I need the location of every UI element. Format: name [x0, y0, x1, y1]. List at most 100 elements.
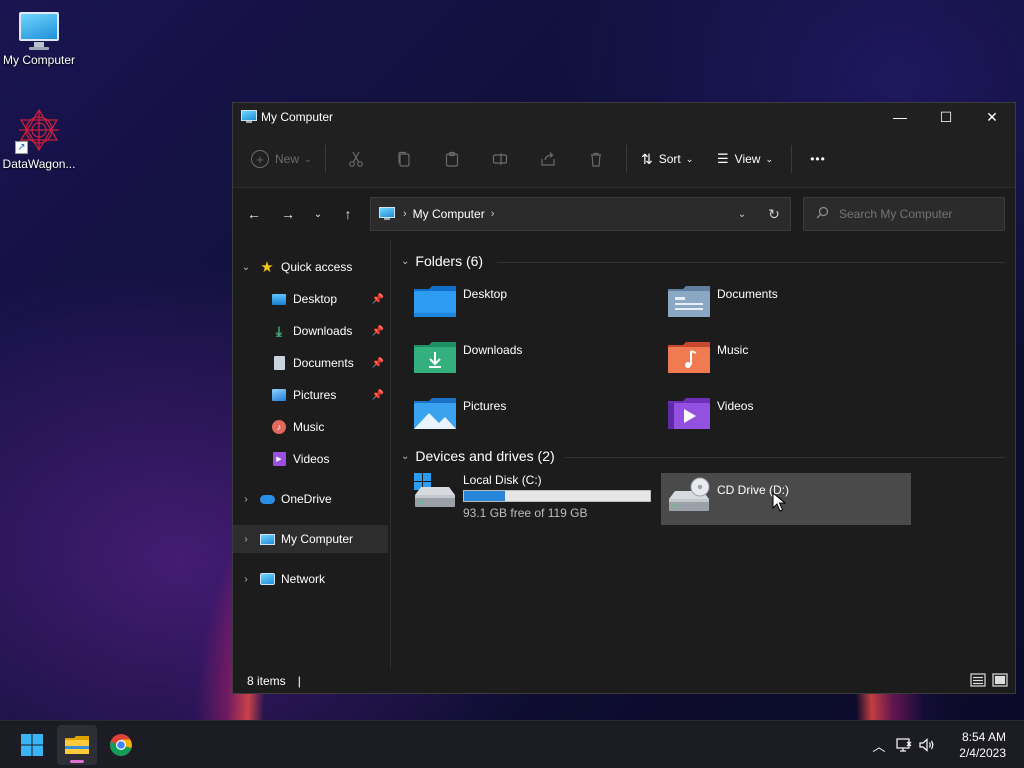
- folder-tile-documents[interactable]: Documents: [667, 283, 907, 333]
- large-icons-view-icon[interactable]: [991, 672, 1009, 688]
- navigation-pane: ⌄ ★ Quick access Desktop 📌 ⤓ Downloads 📌…: [233, 241, 391, 669]
- datawagon-logo-icon: ↗: [15, 106, 63, 154]
- minimize-button[interactable]: —: [877, 103, 923, 131]
- sidebar-item-my-computer[interactable]: › My Computer: [233, 525, 388, 553]
- sidebar-item-music[interactable]: ♪ Music: [233, 413, 388, 441]
- folder-tile-pictures[interactable]: Pictures: [413, 395, 653, 445]
- folder-tile-desktop[interactable]: Desktop: [413, 283, 653, 333]
- taskbar-chrome-button[interactable]: [101, 725, 141, 765]
- view-icon: ☰: [717, 151, 729, 166]
- folder-name: Pictures: [463, 399, 507, 413]
- cut-icon[interactable]: [332, 143, 380, 175]
- sidebar-item-documents[interactable]: Documents 📌: [233, 349, 388, 377]
- drive-tile-local-disk[interactable]: Local Disk (C:) 93.1 GB free of 119 GB: [413, 473, 655, 525]
- folder-name: Videos: [717, 399, 754, 413]
- copy-icon[interactable]: [380, 143, 428, 175]
- start-button[interactable]: [12, 725, 52, 765]
- clock-date: 2/4/2023: [959, 746, 1006, 760]
- sidebar-item-label: Downloads: [293, 324, 353, 338]
- shortcut-arrow-icon: ↗: [15, 141, 28, 154]
- music-icon: ♪: [271, 419, 287, 435]
- sidebar-item-desktop[interactable]: Desktop 📌: [233, 285, 388, 313]
- breadcrumb-chevron-icon: ›: [403, 208, 407, 220]
- drive-tile-cd-drive[interactable]: CD Drive (D:): [661, 473, 911, 525]
- expand-chevron-icon[interactable]: ›: [233, 534, 259, 545]
- sidebar-item-label: Network: [281, 572, 326, 586]
- details-view-icon[interactable]: [969, 672, 987, 688]
- new-label: New: [275, 152, 300, 166]
- forward-arrow-icon[interactable]: →: [271, 198, 305, 230]
- sidebar-item-label: OneDrive: [281, 492, 332, 506]
- search-box[interactable]: [803, 197, 1005, 231]
- sidebar-item-label: Desktop: [293, 292, 338, 306]
- network-status-icon[interactable]: [892, 738, 916, 752]
- breadcrumb-my-computer[interactable]: My Computer: [413, 207, 485, 221]
- maximize-button[interactable]: ☐: [923, 103, 969, 131]
- share-icon[interactable]: [524, 143, 572, 175]
- address-history-chevron-icon[interactable]: ⌄: [726, 209, 758, 220]
- expand-chevron-icon[interactable]: ⌄: [233, 262, 259, 273]
- monitor-icon: [17, 10, 61, 50]
- monitor-icon: [241, 110, 257, 124]
- pictures-icon: [271, 387, 287, 403]
- chevron-down-icon: ⌄: [685, 153, 694, 164]
- up-arrow-icon[interactable]: ↑: [331, 198, 365, 230]
- address-bar[interactable]: › My Computer › ⌄ ↻: [370, 197, 791, 231]
- sidebar-item-label: Videos: [293, 452, 330, 466]
- sidebar-item-quick-access[interactable]: ⌄ ★ Quick access: [233, 253, 388, 281]
- pin-icon: 📌: [371, 325, 384, 337]
- close-button[interactable]: ✕: [969, 103, 1015, 131]
- view-label: View: [734, 152, 761, 166]
- folder-tile-videos[interactable]: Videos: [667, 395, 907, 445]
- sidebar-item-downloads[interactable]: ⤓ Downloads 📌: [233, 317, 388, 345]
- windows-logo-icon: [21, 734, 43, 756]
- folders-section-header[interactable]: ⌄ Folders (6): [401, 253, 483, 269]
- sort-button[interactable]: ⇅ Sort ⌄: [633, 143, 705, 175]
- monitor-icon: [259, 531, 275, 547]
- title-bar[interactable]: My Computer — ☐ ✕: [233, 103, 1015, 131]
- taskbar-file-explorer-button[interactable]: [57, 725, 97, 765]
- sidebar-item-pictures[interactable]: Pictures 📌: [233, 381, 388, 409]
- folder-tile-downloads[interactable]: Downloads: [413, 339, 653, 389]
- music-folder-icon: [667, 339, 711, 375]
- recent-locations-chevron-icon[interactable]: ⌄: [305, 198, 331, 230]
- volume-icon[interactable]: [916, 738, 938, 752]
- collapse-chevron-icon: ⌄: [401, 450, 410, 462]
- breadcrumb-chevron-icon[interactable]: ›: [491, 208, 495, 220]
- new-button[interactable]: + New ⌄: [251, 143, 319, 175]
- expand-chevron-icon[interactable]: ›: [233, 494, 259, 505]
- content-pane: ⌄ Folders (6) Desktop Documents Download…: [395, 241, 1015, 669]
- desktop-icon: [271, 291, 287, 307]
- network-icon: [259, 571, 275, 587]
- desktop-icon-datawagon[interactable]: ↗ DataWagon...: [0, 106, 78, 171]
- paste-icon[interactable]: [428, 143, 476, 175]
- folder-tile-music[interactable]: Music: [667, 339, 907, 389]
- chevron-down-icon: ⌄: [304, 153, 312, 164]
- more-options-button[interactable]: •••: [798, 143, 838, 175]
- taskbar-clock[interactable]: 8:54 AM 2/4/2023: [959, 729, 1006, 761]
- download-icon: ⤓: [275, 322, 283, 339]
- delete-icon[interactable]: [572, 143, 620, 175]
- more-icon: •••: [810, 152, 826, 166]
- sidebar-item-onedrive[interactable]: › OneDrive: [233, 485, 388, 513]
- devices-section-header[interactable]: ⌄ Devices and drives (2): [401, 448, 555, 464]
- sidebar-item-label: Quick access: [281, 260, 353, 274]
- view-button[interactable]: ☰ View ⌄: [705, 143, 785, 175]
- back-arrow-icon[interactable]: ←: [237, 198, 271, 230]
- expand-chevron-icon[interactable]: ›: [233, 574, 259, 585]
- cloud-icon: [259, 491, 275, 507]
- rename-icon[interactable]: [476, 143, 524, 175]
- sort-icon: ⇅: [641, 150, 653, 167]
- sidebar-item-network[interactable]: › Network: [233, 565, 388, 593]
- folder-name: Downloads: [463, 343, 523, 357]
- show-hidden-icons-chevron-icon[interactable]: ︿: [866, 736, 892, 755]
- videos-folder-icon: [667, 395, 711, 431]
- sidebar-item-videos[interactable]: ▶ Videos: [233, 445, 388, 473]
- sidebar-item-label: Music: [293, 420, 325, 434]
- running-indicator: [70, 760, 84, 763]
- refresh-icon[interactable]: ↻: [758, 206, 790, 223]
- search-input[interactable]: [839, 207, 999, 221]
- desktop-icon-my-computer[interactable]: My Computer: [0, 10, 78, 67]
- chevron-down-icon: ⌄: [765, 153, 773, 164]
- cd-drive-icon: [667, 477, 711, 515]
